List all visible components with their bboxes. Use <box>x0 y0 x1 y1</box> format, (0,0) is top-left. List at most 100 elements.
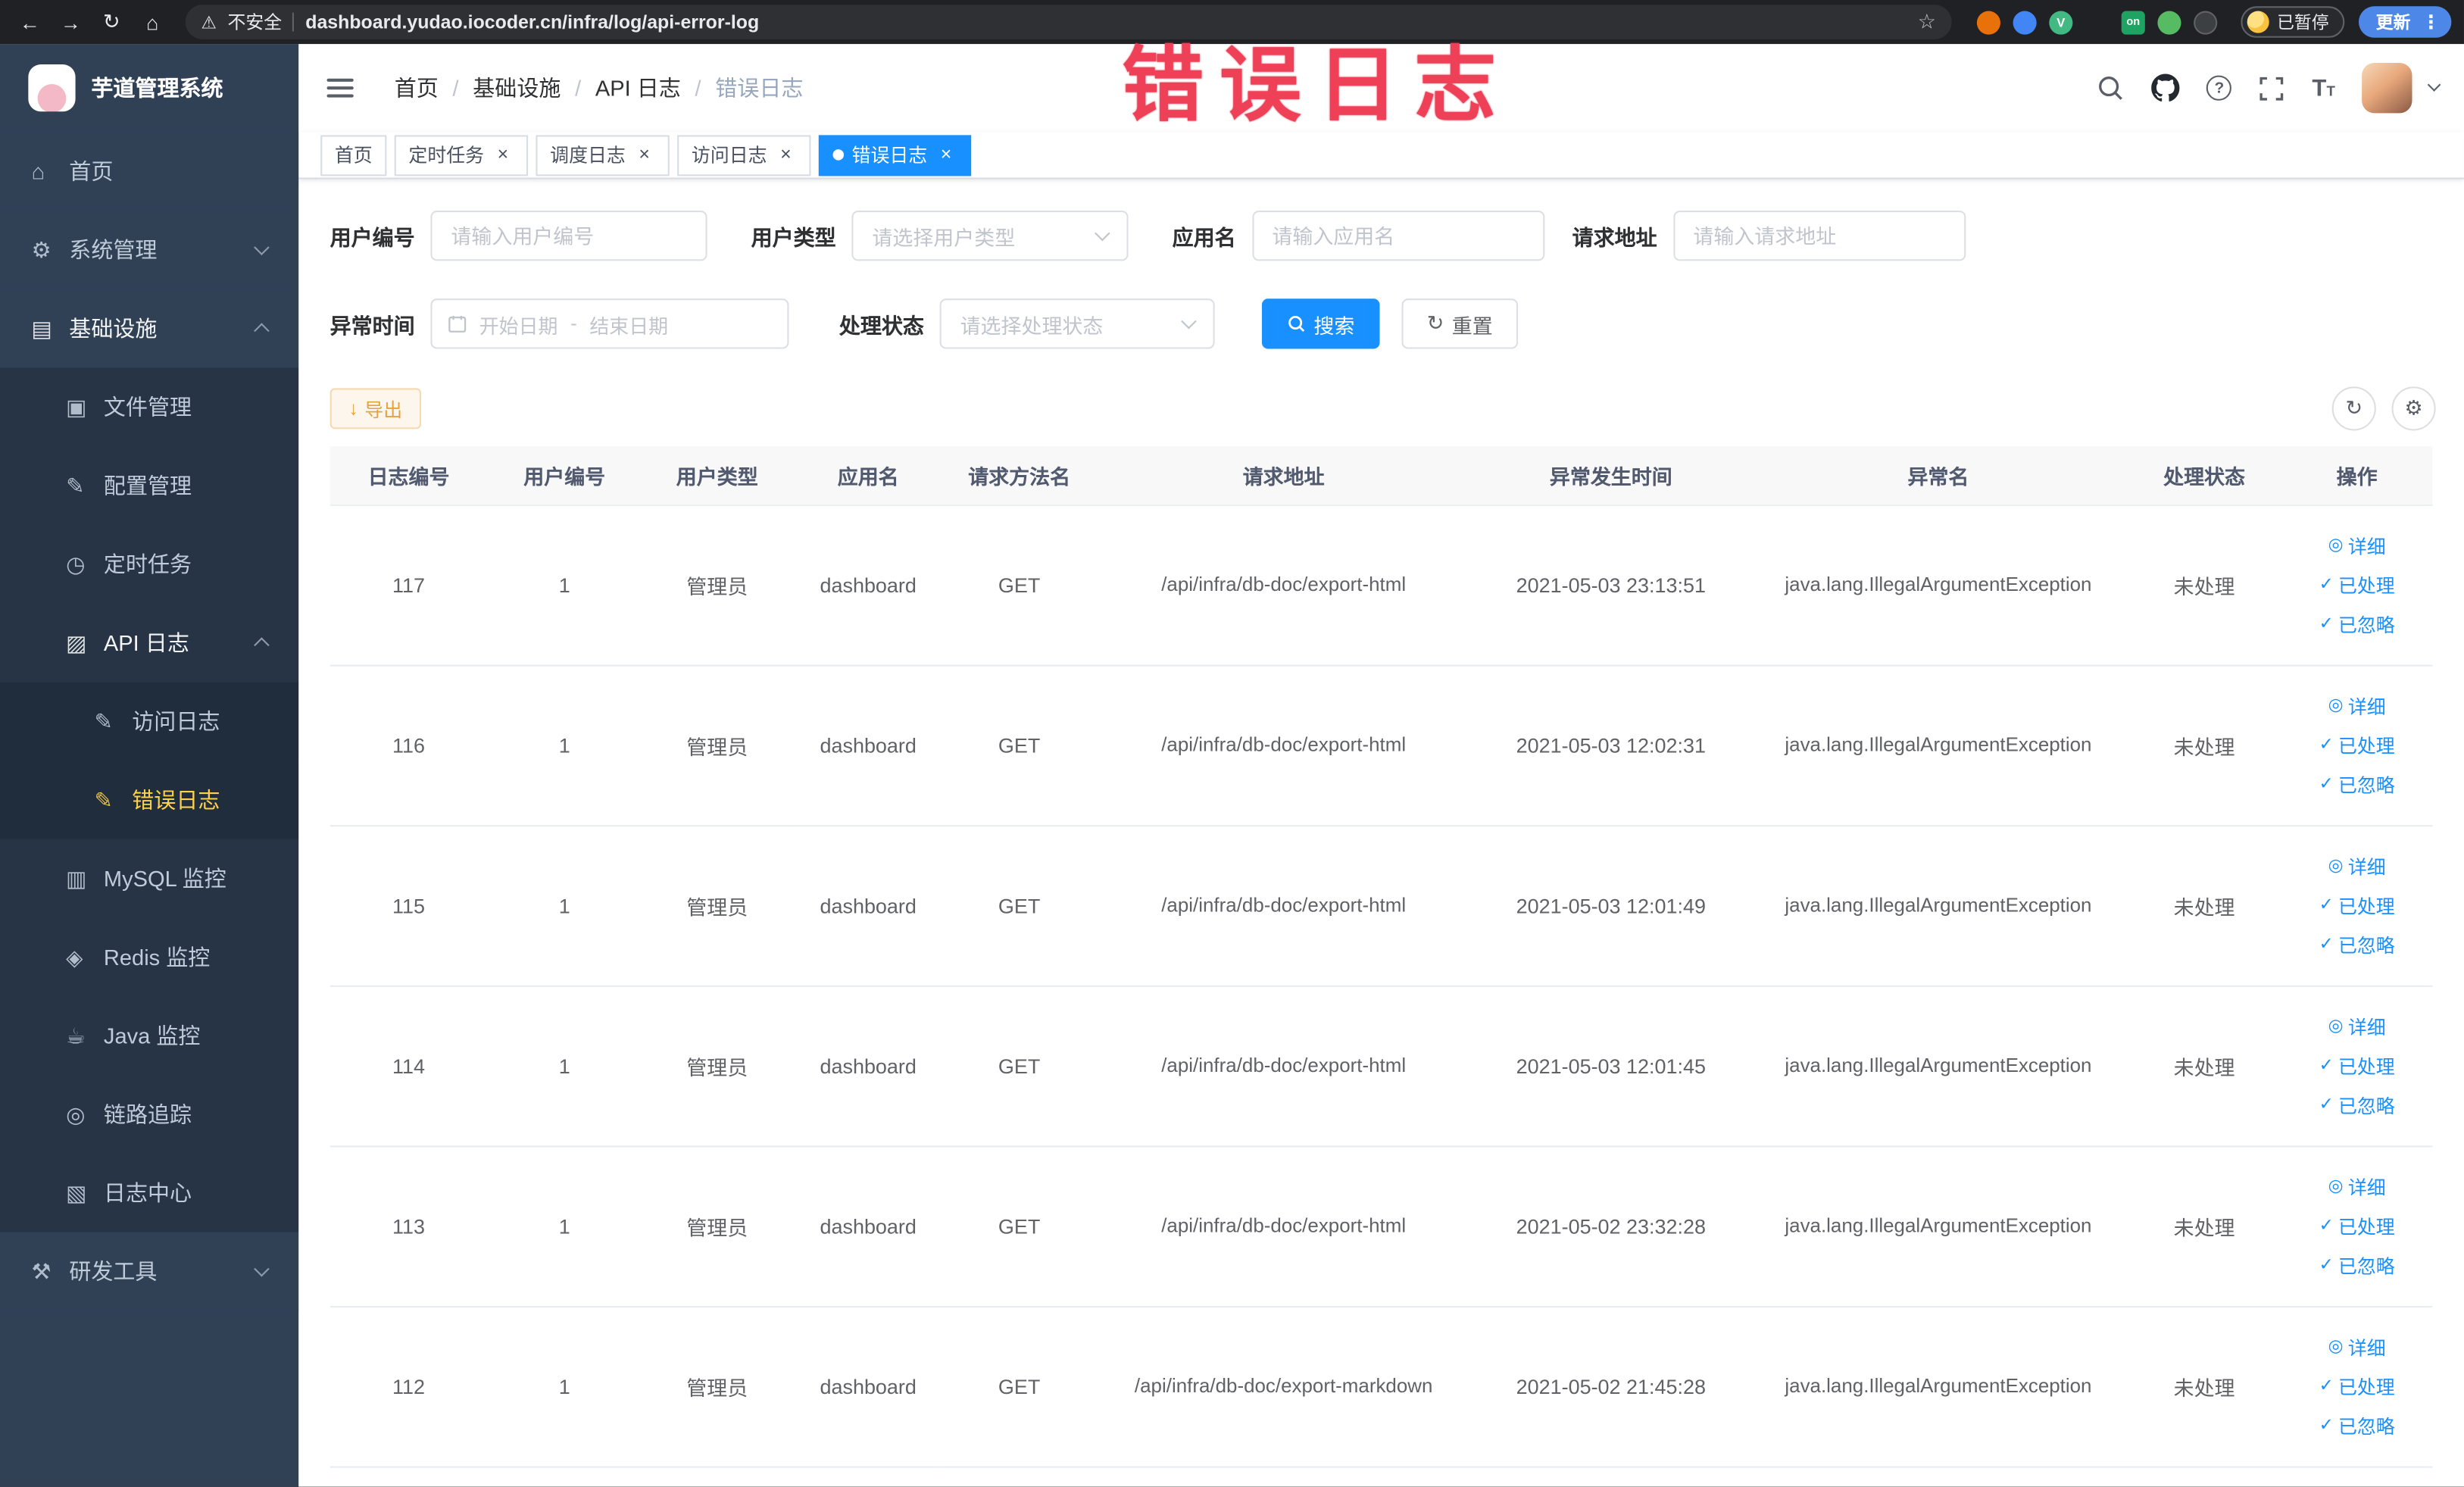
sidebar-item-log-center[interactable]: ▧ 日志中心 <box>0 1153 299 1232</box>
hamburger-icon[interactable] <box>323 72 357 103</box>
sidebar-item-label: Java 监控 <box>103 1023 201 1048</box>
breadcrumb-item-home[interactable]: 首页 <box>395 72 439 103</box>
sidebar-item-system-mgmt[interactable]: ⚙ 系统管理 <box>0 210 299 289</box>
exception-cell: java.lang.IllegalArgumentException <box>1749 504 2128 666</box>
help-icon[interactable]: ? <box>2206 75 2232 101</box>
user-id-input[interactable] <box>430 210 707 261</box>
font-size-icon[interactable]: TT <box>2312 77 2334 100</box>
detail-link[interactable]: ◎ 详细 <box>2281 686 2433 726</box>
sidebar-item-home[interactable]: ⌂ 首页 <box>0 132 299 211</box>
vue-devtools-icon[interactable]: V <box>2049 10 2073 34</box>
detail-link[interactable]: ◎ 详细 <box>2281 1007 2433 1046</box>
sidebar-item-label: 基础设施 <box>69 315 158 342</box>
active-tab-dot <box>832 149 845 161</box>
extension-leaf-icon[interactable] <box>2157 10 2181 34</box>
reset-button[interactable]: ↻ 重置 <box>1401 298 1518 349</box>
extension-orange-icon[interactable] <box>1976 10 2000 34</box>
tab-home[interactable]: 首页 <box>320 134 387 176</box>
ignored-link[interactable]: ✓ 已忽略 <box>2281 1406 2433 1445</box>
fullscreen-icon[interactable] <box>2259 75 2285 102</box>
kebab-menu-icon[interactable]: ⋮ <box>2422 13 2441 32</box>
extension-on-badge[interactable]: on <box>2121 10 2145 34</box>
ignored-link[interactable]: ✓ 已忽略 <box>2281 1086 2433 1125</box>
refresh-button[interactable]: ↻ <box>2331 386 2376 431</box>
detail-link[interactable]: ◎ 详细 <box>2281 1327 2433 1367</box>
detail-link[interactable]: ◎ 详细 <box>2281 846 2433 886</box>
chrome-update-button[interactable]: 更新 ⋮ <box>2358 6 2452 38</box>
tab-error-log[interactable]: 错误日志 × <box>818 134 972 176</box>
exception-time-range-picker[interactable]: 开始日期 - 结束日期 <box>430 298 789 349</box>
breadcrumb-item-api-log[interactable]: API 日志 <box>595 72 681 103</box>
forward-button[interactable]: → <box>54 5 89 39</box>
sidebar-item-label: 配置管理 <box>103 473 192 498</box>
app-name-cell: dashboard <box>792 825 944 986</box>
search-icon[interactable] <box>2097 74 2125 102</box>
search-button[interactable]: 搜索 <box>1261 298 1380 349</box>
request-url-input[interactable] <box>1672 210 1966 261</box>
breadcrumb-item-infrastructure[interactable]: 基础设施 <box>473 72 561 103</box>
request-url-cell: /api/infra/db-doc/export-html <box>1095 664 1472 826</box>
extension-paw-icon[interactable] <box>2194 10 2218 34</box>
processed-link[interactable]: ✓ 已处理 <box>2281 1367 2433 1406</box>
sidebar-item-config-mgmt[interactable]: ✎ 配置管理 <box>0 446 299 525</box>
processed-link[interactable]: ✓ 已处理 <box>2281 1046 2433 1086</box>
ignored-link[interactable]: ✓ 已忽略 <box>2281 925 2433 964</box>
reload-button[interactable]: ↻ <box>94 5 129 39</box>
close-icon[interactable]: × <box>775 143 797 166</box>
sidebar-item-file-mgmt[interactable]: ▣ 文件管理 <box>0 367 299 447</box>
time-cell: 2021-05-03 23:13:51 <box>1472 504 1750 666</box>
avatar-caret-down-icon[interactable] <box>2427 78 2441 92</box>
chrome-home-button[interactable]: ⌂ <box>135 5 170 39</box>
processed-link[interactable]: ✓ 已处理 <box>2281 725 2433 764</box>
close-icon[interactable]: × <box>935 143 957 166</box>
ignored-link[interactable]: ✓ 已忽略 <box>2281 604 2433 644</box>
sidebar-item-trace[interactable]: ◎ 链路追踪 <box>0 1075 299 1154</box>
ignored-link[interactable]: ✓ 已忽略 <box>2281 764 2433 804</box>
sidebar-item-redis-monitor[interactable]: ◈ Redis 监控 <box>0 917 299 997</box>
user-type-cell: 管理员 <box>642 1305 793 1467</box>
user-avatar[interactable] <box>2362 62 2412 114</box>
sidebar-item-api-log[interactable]: ▨ API 日志 <box>0 603 299 683</box>
sidebar-item-java-monitor[interactable]: ☕ Java 监控 <box>0 996 299 1076</box>
detail-link[interactable]: ◎ 详细 <box>2281 526 2433 565</box>
detail-link[interactable]: ◎ 详细 <box>2281 1167 2433 1206</box>
tab-scheduled-jobs[interactable]: 定时任务 × <box>394 134 529 176</box>
security-label: 不安全 <box>227 14 283 33</box>
table-row: 114 1 管理员 dashboard GET/api/infra/db-doc/exp… <box>329 985 2433 1147</box>
user-type-select[interactable]: 请选择用户类型 <box>851 210 1129 261</box>
profile-paused-badge[interactable]: 已暂停 <box>2241 6 2345 38</box>
app-name-input[interactable] <box>1251 210 1544 261</box>
action-label: 已忽略 <box>2338 1415 2395 1438</box>
github-icon[interactable] <box>2151 73 2181 102</box>
extension-grid-icon[interactable] <box>2085 10 2109 33</box>
close-icon[interactable]: × <box>633 143 655 166</box>
processed-link[interactable]: ✓ 已处理 <box>2281 886 2433 925</box>
action-label: 已处理 <box>2338 1376 2395 1398</box>
back-button[interactable]: ← <box>13 5 48 39</box>
breadcrumb-separator: / <box>575 75 582 101</box>
start-date-placeholder: 开始日期 <box>479 314 558 338</box>
process-status-placeholder: 请选择处理状态 <box>960 313 1104 338</box>
tab-access-log[interactable]: 访问日志 × <box>677 134 811 176</box>
sidebar-item-infrastructure[interactable]: ▤ 基础设施 <box>0 289 299 368</box>
status-cell: 未处理 <box>2127 1305 2281 1467</box>
ignored-link[interactable]: ✓ 已忽略 <box>2281 1245 2433 1285</box>
sidebar-item-scheduled-jobs[interactable]: ◷ 定时任务 <box>0 524 299 604</box>
bookmark-star-icon[interactable]: ☆ <box>1918 9 1936 34</box>
address-bar[interactable]: ⚠ 不安全 dashboard.yudao.iocoder.cn/infra/l… <box>185 5 1952 39</box>
export-button[interactable]: ↓ 导出 <box>329 388 422 430</box>
extension-blue-icon[interactable] <box>2013 10 2037 34</box>
sidebar-item-access-log[interactable]: ✎ 访问日志 <box>0 682 299 761</box>
column-settings-button[interactable]: ⚙ <box>2391 386 2436 431</box>
processed-link[interactable]: ✓ 已处理 <box>2281 565 2433 604</box>
process-status-select[interactable]: 请选择处理状态 <box>939 298 1215 349</box>
status-cell: 未处理 <box>2127 985 2281 1147</box>
tab-schedule-log[interactable]: 调度日志 × <box>536 134 670 176</box>
home-icon: ⌂ <box>31 158 45 184</box>
processed-link[interactable]: ✓ 已处理 <box>2281 1206 2433 1245</box>
close-icon[interactable]: × <box>492 143 514 166</box>
app-logo[interactable]: 芋道管理系统 <box>0 44 298 132</box>
sidebar-item-dev-tools[interactable]: ⚒ 研发工具 <box>0 1232 299 1311</box>
sidebar-item-mysql-monitor[interactable]: ▥ MySQL 监控 <box>0 839 299 918</box>
sidebar-item-error-log[interactable]: ✎ 错误日志 <box>0 761 299 839</box>
